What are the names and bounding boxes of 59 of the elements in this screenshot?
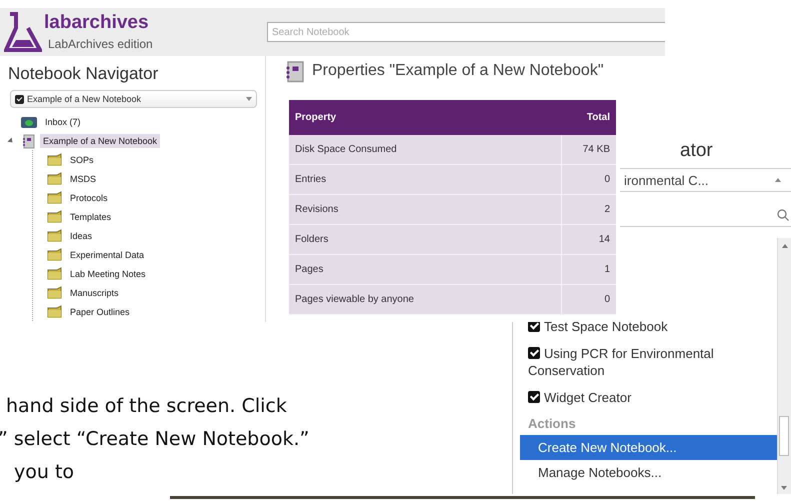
tree-item[interactable]: Example of a New Notebook (40, 134, 160, 148)
table-cell: Folders (289, 224, 562, 254)
inbox-icon (20, 114, 38, 128)
notebook-icon (20, 132, 36, 148)
document-text-line: hand side of the screen. Click (6, 394, 287, 419)
folder-icon (47, 286, 63, 299)
properties-title: Properties "Example of a New Notebook" (312, 62, 604, 80)
flask-logo-icon (4, 10, 42, 54)
notebook-item[interactable]: Using PCR for Environmental Conservation (528, 345, 758, 379)
document-text-line: you to (14, 460, 74, 485)
section-heading: Actions (528, 416, 576, 431)
notebook-item[interactable]: Test Space Notebook (528, 318, 758, 335)
table-cell: Revisions (289, 194, 562, 224)
notebook-dropdown[interactable]: Example of a New Notebook (10, 90, 257, 108)
table-cell: Entries (289, 164, 562, 194)
folder-icon (47, 172, 63, 185)
folder-icon (47, 153, 63, 166)
scrollbar[interactable] (777, 238, 791, 320)
logo-text: labarchives (44, 13, 150, 33)
notebook-item[interactable]: Widget Creator (528, 389, 758, 406)
menu-item[interactable]: Manage Notebooks... (520, 460, 777, 485)
edition-label: LabArchives edition (48, 37, 153, 51)
table-cell: 1 (562, 254, 616, 284)
table-cell: Pages (289, 254, 562, 284)
table-cell: Disk Space Consumed (289, 135, 562, 164)
tree-item[interactable]: Templates (67, 210, 114, 224)
folder-icon (47, 248, 63, 261)
tree-item[interactable]: Lab Meeting Notes (67, 266, 149, 280)
tree-item[interactable]: Ideas (67, 228, 96, 242)
tree-item[interactable]: Protocols (67, 190, 111, 204)
notebook-dropdown[interactable]: ironmental C... (620, 168, 791, 192)
search-field[interactable]: Search Notebook (267, 22, 665, 42)
table-cell: Pages viewable by anyone (289, 284, 562, 314)
tree-item[interactable]: Manuscripts (67, 286, 122, 300)
table-cell: 2 (562, 194, 616, 224)
table-cell: 0 (562, 164, 616, 194)
navigator-title: Notebook Navigator (8, 64, 160, 84)
column-header: Total (562, 100, 616, 135)
checkbox[interactable] (528, 347, 540, 359)
search-icon[interactable] (777, 209, 789, 221)
folder-icon (47, 210, 63, 223)
table-cell: 74 KB (562, 135, 616, 164)
folder-icon (47, 191, 63, 204)
tree-item[interactable]: Experimental Data (67, 248, 148, 262)
checkbox[interactable] (528, 391, 540, 403)
folder-icon (47, 267, 63, 280)
menu-item[interactable]: Create New Notebook... (520, 435, 777, 460)
tree-item[interactable]: MSDS (67, 172, 100, 186)
folder-icon (47, 305, 63, 318)
tree-item[interactable]: Inbox (7) (42, 114, 84, 128)
tree-item[interactable]: SOPs (67, 152, 97, 166)
collapse-arrow-icon[interactable] (7, 136, 15, 144)
navigator-title: ator (680, 140, 714, 162)
tree-item[interactable]: Paper Outlines (67, 304, 133, 318)
scrollbar[interactable] (777, 318, 791, 494)
column-header: Property (289, 100, 562, 135)
table-cell: 0 (562, 284, 616, 314)
table-cell: 14 (562, 224, 616, 254)
folder-icon (47, 229, 63, 242)
